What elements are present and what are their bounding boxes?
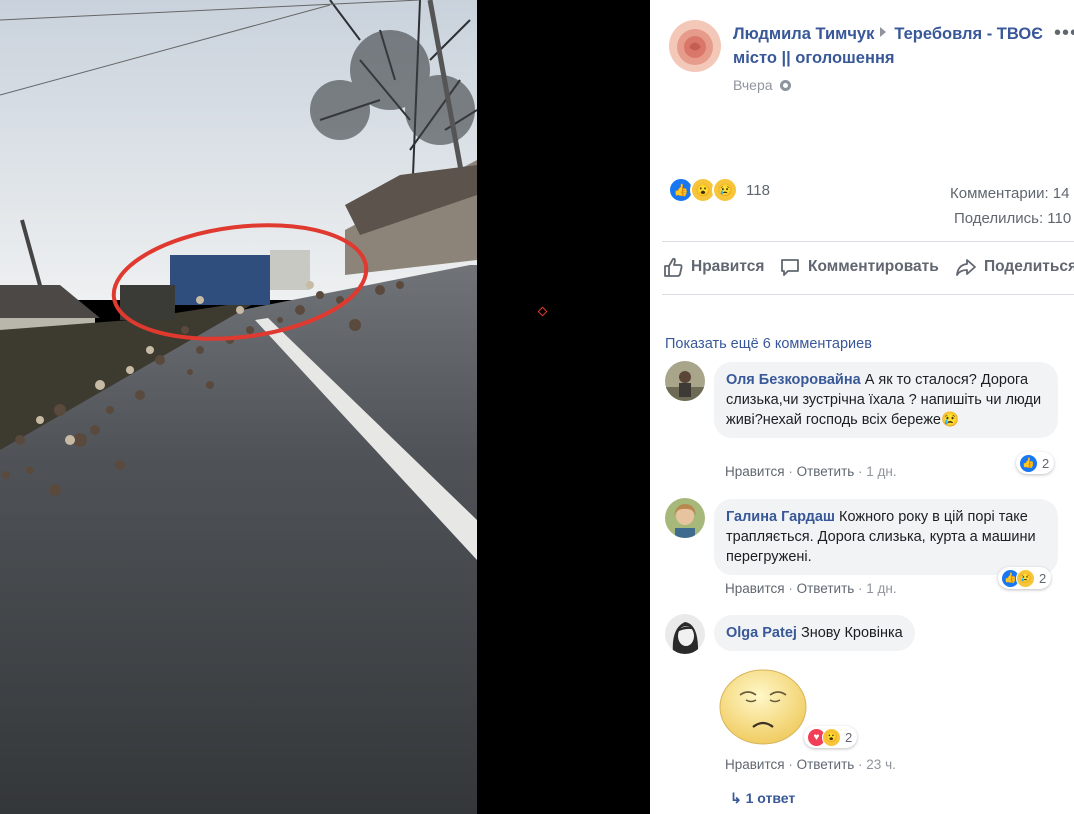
red-marker: [537, 306, 548, 317]
show-more-comments[interactable]: Показать ещё 6 комментариев: [665, 336, 872, 352]
share-button[interactable]: Поделиться: [955, 256, 1074, 278]
comment-icon: [779, 256, 801, 278]
road-accident-photo: [0, 0, 477, 814]
post-panel: Людмила Тимчук Теребовля - ТВОЄ місто || …: [650, 0, 1074, 814]
like-reaction-icon: 👍: [1019, 453, 1038, 473]
reply-arrow-icon: ↳: [730, 790, 742, 806]
comment-reaction-count: 2: [1039, 570, 1047, 586]
globe-icon: [780, 80, 792, 91]
replies-count: 1 ответ: [745, 790, 796, 806]
shares-count[interactable]: Поделились: 110: [950, 206, 1071, 231]
comment-reply-link[interactable]: Ответить: [797, 464, 855, 479]
share-icon: [955, 256, 977, 278]
comment-reactions[interactable]: 👍 2: [1016, 452, 1055, 474]
more-icon[interactable]: •••: [1054, 22, 1074, 45]
comments-count[interactable]: Комментарии: 14: [950, 181, 1071, 206]
comment-actions: Нравится · Ответить · 1 дн.: [725, 464, 897, 479]
post-time: Вчера: [733, 77, 792, 93]
comment-label: Комментировать: [808, 258, 939, 275]
like-button[interactable]: Нравится: [662, 256, 764, 278]
comment-reaction-count: 2: [1042, 455, 1050, 471]
comment-bubble: Оля Безкоровайна А як то сталося? Дорога…: [714, 362, 1058, 438]
comment-time[interactable]: 23 ч.: [866, 757, 896, 772]
commenter-avatar[interactable]: [665, 614, 705, 654]
post-photo[interactable]: [0, 0, 477, 814]
comment-like-link[interactable]: Нравится: [725, 464, 785, 479]
reaction-summary[interactable]: 👍 😮 😢 118: [668, 177, 770, 203]
comment-reaction-count: 2: [845, 729, 853, 745]
reaction-count: 118: [746, 181, 770, 199]
worried-face-sticker[interactable]: [718, 665, 808, 745]
post-action-bar: Нравится Комментировать Поделиться: [662, 241, 1074, 295]
comment-like-link[interactable]: Нравится: [725, 581, 785, 596]
sad-reaction-icon: 😢: [712, 177, 738, 203]
like-icon: [662, 256, 684, 278]
commenter-name[interactable]: Оля Безкоровайна: [726, 372, 861, 388]
arrow-right-icon: [880, 27, 887, 37]
post-stats: Комментарии: 14 Поделились: 110: [950, 181, 1071, 231]
view-replies-link[interactable]: ↳ 1 ответ: [730, 790, 795, 807]
comment-reply-link[interactable]: Ответить: [797, 581, 855, 596]
comment-text: Знову Кровінка: [800, 625, 903, 641]
comment-actions: Нравится · Ответить · 23 ч.: [725, 757, 896, 772]
author-avatar[interactable]: [669, 20, 721, 72]
comment-like-link[interactable]: Нравится: [725, 757, 785, 772]
comment-button[interactable]: Комментировать: [779, 256, 939, 278]
comment-reactions[interactable]: ♥ 😮 2: [804, 726, 858, 748]
comment-bubble: Галина Гардаш Кожного року в цій порі та…: [714, 499, 1058, 575]
like-label: Нравится: [691, 258, 765, 275]
comment-bubble: Olga Patej Знову Кровінка: [714, 615, 915, 651]
sad-reaction-icon: 😢: [1016, 568, 1035, 588]
commenter-avatar[interactable]: [665, 361, 705, 401]
commenter-name[interactable]: Olga Patej: [726, 625, 797, 641]
commenter-name[interactable]: Галина Гардаш: [726, 509, 835, 525]
comment-time[interactable]: 1 дн.: [866, 581, 896, 596]
comment-time[interactable]: 1 дн.: [866, 464, 896, 479]
share-label: Поделиться: [984, 258, 1074, 275]
commenter-avatar[interactable]: [665, 498, 705, 538]
timestamp[interactable]: Вчера: [733, 77, 773, 93]
author-name[interactable]: Людмила Тимчук: [733, 25, 874, 43]
post-header: Людмила Тимчук Теребовля - ТВОЄ місто || …: [733, 22, 1043, 70]
comment-reactions[interactable]: 👍 😢 2: [998, 567, 1052, 589]
photo-viewer: [0, 0, 650, 814]
comment-reply-link[interactable]: Ответить: [797, 757, 855, 772]
comment-actions: Нравится · Ответить · 1 дн.: [725, 581, 897, 596]
wow-reaction-icon: 😮: [822, 727, 841, 747]
